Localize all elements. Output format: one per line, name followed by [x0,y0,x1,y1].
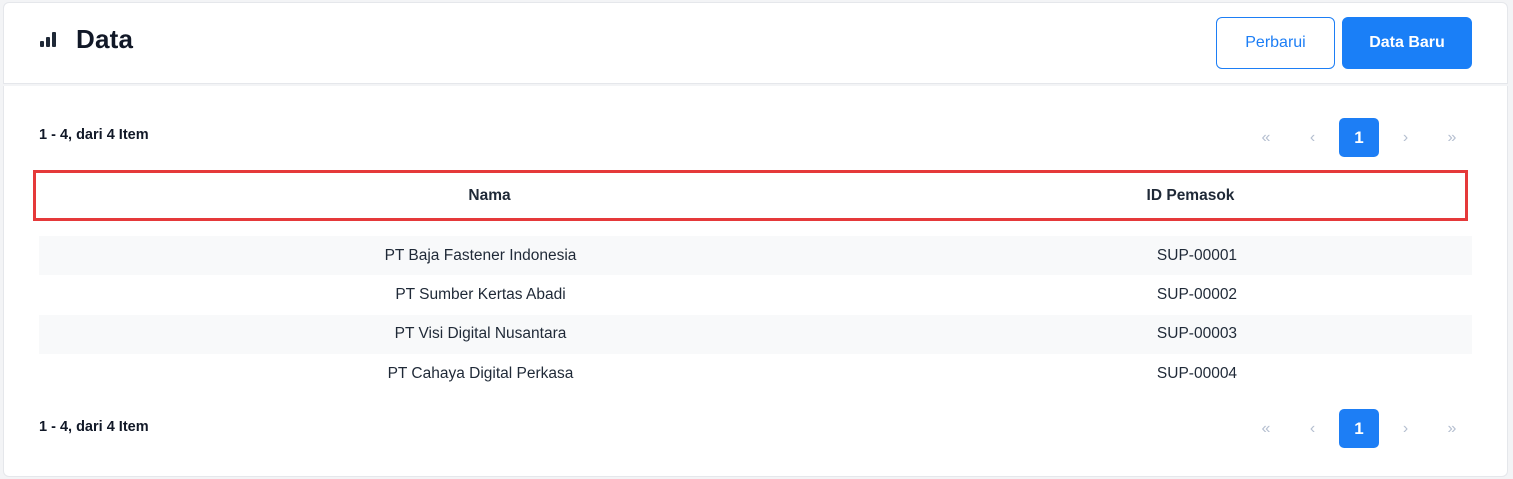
bar-chart-icon [40,31,58,47]
pagination-bottom: « ‹ 1 › » [1246,409,1472,448]
next-page-button[interactable]: › [1386,409,1426,448]
last-page-button[interactable]: » [1432,118,1472,157]
prev-page-button[interactable]: ‹ [1293,409,1333,448]
cell-nama: PT Cahaya Digital Perkasa [387,364,574,382]
table-row[interactable]: PT Cahaya Digital Perkasa SUP-00004 [39,354,1472,393]
column-header-id-pemasok[interactable]: ID Pemasok [943,187,1438,205]
cell-id-pemasok: SUP-00001 [1156,246,1238,264]
page-1-button[interactable]: 1 [1339,118,1379,157]
last-page-button[interactable]: » [1432,409,1472,448]
cell-id-pemasok: SUP-00003 [1156,325,1238,343]
table-row[interactable]: PT Sumber Kertas Abadi SUP-00002 [39,275,1472,314]
prev-page-button[interactable]: ‹ [1293,118,1333,157]
page-title: Data [76,23,134,54]
new-data-button[interactable]: Data Baru [1342,17,1472,69]
table-row[interactable]: PT Baja Fastener Indonesia SUP-00001 [39,236,1472,276]
first-page-button[interactable]: « [1246,409,1286,448]
cell-nama: PT Visi Digital Nusantara [394,325,567,343]
item-count-bottom: 1 - 4, dari 4 Item [39,419,149,435]
cell-nama: PT Baja Fastener Indonesia [384,246,577,264]
pagination-top: « ‹ 1 › » [1246,118,1472,157]
cell-id-pemasok: SUP-00002 [1156,285,1238,303]
table-row[interactable]: PT Visi Digital Nusantara SUP-00003 [39,314,1472,354]
refresh-button[interactable]: Perbarui [1216,17,1335,69]
item-count-top: 1 - 4, dari 4 Item [39,127,149,143]
cell-nama: PT Sumber Kertas Abadi [395,285,566,303]
first-page-button[interactable]: « [1246,118,1286,157]
page-1-button[interactable]: 1 [1339,409,1379,448]
next-page-button[interactable]: › [1386,118,1426,157]
table-header-row: Nama ID Pemasok [33,170,1468,221]
column-header-nama[interactable]: Nama [36,187,943,205]
cell-id-pemasok: SUP-00004 [1156,364,1238,382]
page-title-wrap: Data [40,22,133,56]
table-body: PT Baja Fastener Indonesia SUP-00001 PT … [39,236,1472,393]
